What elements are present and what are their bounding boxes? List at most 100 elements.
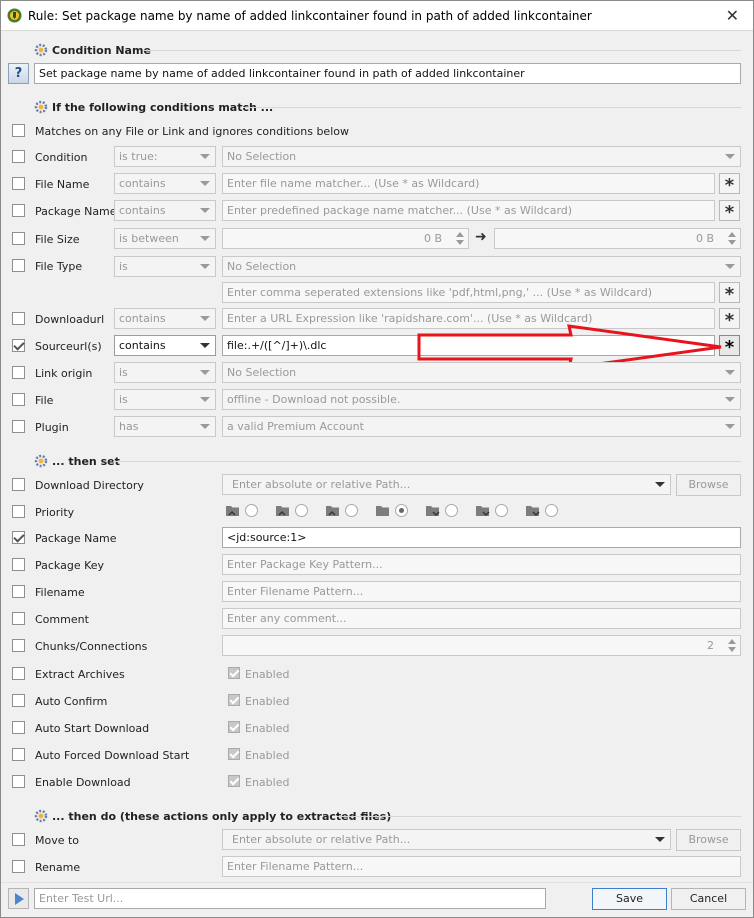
jdownloader-icon [7,8,22,23]
test-url-input[interactable]: Enter Test Url... [34,888,546,909]
save-button[interactable]: Save [592,888,667,910]
extract-archives-checkbox[interactable] [12,667,25,680]
select-value: contains [119,312,166,325]
help-button[interactable]: ? [8,63,29,84]
priority-radio[interactable] [295,504,308,517]
download-directory-select[interactable]: Enter absolute or relative Path... [222,474,671,495]
file-name-input[interactable]: Enter file name matcher... (Use * as Wil… [222,173,715,194]
enabled-label: Enabled [245,776,290,789]
spinner-arrows-icon[interactable] [456,232,465,245]
auto-confirm-checkbox[interactable] [12,694,25,707]
extract-archives-enabled-checkbox[interactable] [228,667,240,679]
select-value: is [119,260,128,273]
browse-button[interactable]: Browse [676,474,741,496]
file-operator-select[interactable]: is [114,389,216,410]
auto-start-checkbox[interactable] [12,721,25,734]
enable-download-label: Enable Download [35,776,131,789]
auto-forced-checkbox[interactable] [12,748,25,761]
chunks-spinner[interactable]: 2 [222,635,741,656]
file-name-operator-select[interactable]: contains [114,173,216,194]
file-type-operator-select[interactable]: is [114,256,216,277]
auto-confirm-label: Auto Confirm [35,695,108,708]
link-origin-value-select[interactable]: No Selection [222,362,741,383]
rename-checkbox[interactable] [12,860,25,873]
gear-icon [34,100,48,114]
wildcard-button[interactable]: * [719,282,740,305]
link-origin-operator-select[interactable]: is [114,362,216,383]
wildcard-button[interactable]: * [719,200,740,223]
file-type-value-select[interactable]: No Selection [222,256,741,277]
plugin-operator-select[interactable]: has [114,416,216,437]
file-size-label: File Size [35,233,80,246]
filename-checkbox[interactable] [12,585,25,598]
matches-any-label: Matches on any File or Link and ignores … [35,125,349,138]
condition-checkbox[interactable] [12,150,25,163]
comment-checkbox[interactable] [12,612,25,625]
package-key-label: Package Key [35,559,105,572]
source-url-operator-select[interactable]: contains [114,335,216,356]
priority-radio[interactable] [445,504,458,517]
priority-radio[interactable] [345,504,358,517]
priority-radio[interactable] [395,504,408,517]
move-to-checkbox[interactable] [12,833,25,846]
priority-level-icon [326,506,339,516]
divider [337,816,741,817]
wildcard-button[interactable]: * [719,173,740,196]
source-url-checkbox[interactable] [12,339,25,352]
file-size-to-input[interactable]: 0 B [494,228,741,249]
download-url-operator-select[interactable]: contains [114,308,216,329]
select-value: Enter absolute or relative Path... [232,478,411,491]
package-name-input[interactable]: Enter predefined package name matcher...… [222,200,715,221]
download-url-checkbox[interactable] [12,312,25,325]
chevron-down-icon [725,370,735,375]
package-name-checkbox[interactable] [12,204,25,217]
rename-input[interactable]: Enter Filename Pattern... [222,856,741,877]
package-key-checkbox[interactable] [12,558,25,571]
file-value-select[interactable]: offline - Download not possible. [222,389,741,410]
spinner-arrows-icon[interactable] [728,232,737,245]
package-name-operator-select[interactable]: contains [114,200,216,221]
condition-name-input[interactable]: Set package name by name of added linkco… [34,63,741,84]
condition-value-select[interactable]: No Selection [222,146,741,167]
file-name-checkbox[interactable] [12,177,25,190]
chunks-label: Chunks/Connections [35,640,148,653]
link-origin-checkbox[interactable] [12,366,25,379]
download-directory-checkbox[interactable] [12,478,25,491]
auto-confirm-enabled-checkbox[interactable] [228,694,240,706]
arrow-right-icon: ➜ [475,229,487,245]
move-to-select[interactable]: Enter absolute or relative Path... [222,829,671,850]
section-then-set: ... then set [34,453,120,469]
priority-radio[interactable] [545,504,558,517]
file-size-operator-select[interactable]: is between [114,228,216,249]
priority-radio[interactable] [495,504,508,517]
priority-level-icon [376,506,389,516]
package-key-input[interactable]: Enter Package Key Pattern... [222,554,741,575]
file-checkbox[interactable] [12,393,25,406]
comment-input[interactable]: Enter any comment... [222,608,741,629]
browse-button[interactable]: Browse [676,829,741,851]
spinner-arrows-icon[interactable] [728,639,737,652]
matches-any-checkbox[interactable] [12,124,25,137]
priority-checkbox[interactable] [12,505,25,518]
chevron-down-icon [200,264,210,269]
priority-label: Priority [35,506,75,519]
condition-operator-select[interactable]: is true: [114,146,216,167]
priority-radio[interactable] [245,504,258,517]
plugin-checkbox[interactable] [12,420,25,433]
auto-start-enabled-checkbox[interactable] [228,721,240,733]
auto-forced-enabled-checkbox[interactable] [228,748,240,760]
enable-download-checkbox[interactable] [12,775,25,788]
set-package-name-input[interactable]: <jd:source:1> [222,527,741,548]
enable-download-enabled-checkbox[interactable] [228,775,240,787]
cancel-button[interactable]: Cancel [671,888,746,910]
file-size-checkbox[interactable] [12,232,25,245]
plugin-value-select[interactable]: a valid Premium Account [222,416,741,437]
set-package-name-checkbox[interactable] [12,531,25,544]
file-type-extensions-input[interactable]: Enter comma seperated extensions like 'p… [222,282,715,303]
close-icon[interactable]: ✕ [726,6,739,25]
filename-input[interactable]: Enter Filename Pattern... [222,581,741,602]
run-test-button[interactable] [8,888,29,909]
file-size-from-input[interactable]: 0 B [222,228,469,249]
chunks-checkbox[interactable] [12,639,25,652]
file-type-checkbox[interactable] [12,259,25,272]
